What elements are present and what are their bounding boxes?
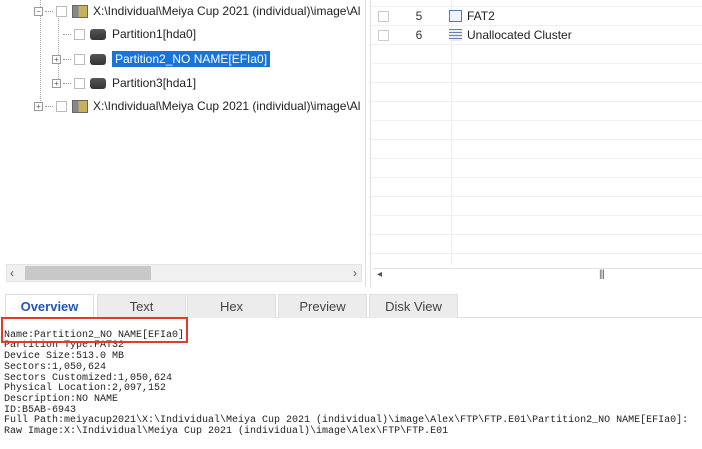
list-row-empty	[371, 121, 702, 140]
list-row-empty	[371, 235, 702, 254]
tree-checkbox[interactable]	[74, 53, 85, 65]
list-row[interactable]: 6 Unallocated Cluster	[371, 26, 702, 45]
detail-tabs: Overview Text Hex Preview Disk View	[0, 292, 702, 319]
tree-item-label: X:\Individual\Meiya Cup 2021 (individual…	[93, 4, 361, 18]
scroll-right-icon[interactable]: ›	[353, 265, 357, 281]
tree-checkbox[interactable]	[56, 100, 67, 112]
list-row[interactable]: 5 FAT2	[371, 7, 702, 26]
partition-icon	[90, 28, 106, 40]
partition-icon	[90, 53, 106, 65]
tree-item-image-1[interactable]: − X:\Individual\Meiya Cup 2021 (individu…	[34, 1, 360, 21]
disk-image-icon	[72, 4, 88, 18]
list-row-empty	[371, 64, 702, 83]
list-row-empty	[371, 102, 702, 121]
expand-icon[interactable]: +	[52, 54, 61, 64]
tree-connector	[63, 33, 71, 35]
tree-checkbox[interactable]	[74, 77, 85, 89]
scroll-left-icon[interactable]: ◂	[377, 269, 382, 280]
row-number: 5	[415, 9, 423, 23]
list-row-empty	[371, 216, 702, 235]
tree-item-partition3[interactable]: + Partition3[hda1]	[52, 73, 196, 93]
disk-image-icon	[72, 99, 88, 113]
tree-item-image-2[interactable]: + X:\Individual\Meiya Cup 2021 (individu…	[34, 96, 360, 116]
highlight-box	[1, 317, 188, 343]
detail-raw-image: Raw Image:X:\Individual\Meiya Cup 2021 (…	[4, 426, 449, 438]
expand-icon[interactable]: +	[52, 78, 61, 88]
detail-device-size: Device Size:513.0 MB	[4, 351, 125, 363]
tree-item-label: Partition3[hda1]	[112, 76, 197, 90]
list-row-partial[interactable]	[371, 0, 702, 7]
expand-icon[interactable]: +	[34, 101, 43, 111]
tree-item-partition1[interactable]: Partition1[hda0]	[63, 24, 196, 44]
collapse-icon[interactable]: −	[34, 6, 43, 16]
row-checkbox[interactable]	[378, 10, 389, 22]
tree-item-label: X:\Individual\Meiya Cup 2021 (individual…	[93, 99, 361, 113]
fat-table-icon	[449, 10, 462, 22]
horizontal-scrollbar[interactable]: ◂ |||	[373, 268, 702, 284]
evidence-tree-pane: − X:\Individual\Meiya Cup 2021 (individu…	[0, 0, 366, 287]
list-row-empty	[371, 159, 702, 178]
row-name: FAT2	[467, 9, 495, 23]
tree-connector	[45, 105, 53, 107]
list-row-empty	[371, 83, 702, 102]
list-row-empty	[371, 178, 702, 197]
file-list-pane: 5 FAT2 6 Unallocated Cluster ◂ |||	[370, 0, 702, 287]
scroll-left-icon[interactable]: ‹	[10, 265, 14, 281]
tree-item-label: Partition1[hda0]	[112, 27, 197, 41]
tab-hex[interactable]: Hex	[187, 294, 276, 318]
tab-overview[interactable]: Overview	[5, 294, 94, 319]
detail-sectors: Sectors:1,050,624	[4, 361, 107, 373]
tab-preview[interactable]: Preview	[278, 294, 367, 318]
row-name: Unallocated Cluster	[467, 28, 572, 42]
tree-connector	[63, 82, 71, 84]
tree-checkbox[interactable]	[56, 5, 67, 17]
list-row-empty	[371, 45, 702, 64]
tab-text[interactable]: Text	[97, 294, 186, 318]
scrollbar-grip-icon[interactable]: |||	[599, 269, 605, 280]
list-row-empty	[371, 197, 702, 216]
tree-connector	[45, 10, 53, 12]
horizontal-scrollbar[interactable]: ‹ ›	[6, 264, 362, 282]
detail-description: Description:NO NAME	[4, 393, 119, 405]
list-row-empty	[371, 140, 702, 159]
tree-item-partition2[interactable]: + Partition2_NO NAME[EFIa0]	[52, 49, 271, 69]
partition-icon	[90, 77, 106, 89]
tree-checkbox[interactable]	[74, 28, 85, 40]
tab-disk-view[interactable]: Disk View	[369, 294, 458, 318]
tree-connector	[63, 58, 71, 60]
unallocated-icon	[449, 29, 462, 41]
row-number: 6	[415, 28, 423, 42]
scrollbar-thumb[interactable]	[25, 266, 151, 280]
tree-item-label-selected: Partition2_NO NAME[EFIa0]	[112, 51, 271, 67]
row-checkbox[interactable]	[378, 29, 389, 41]
